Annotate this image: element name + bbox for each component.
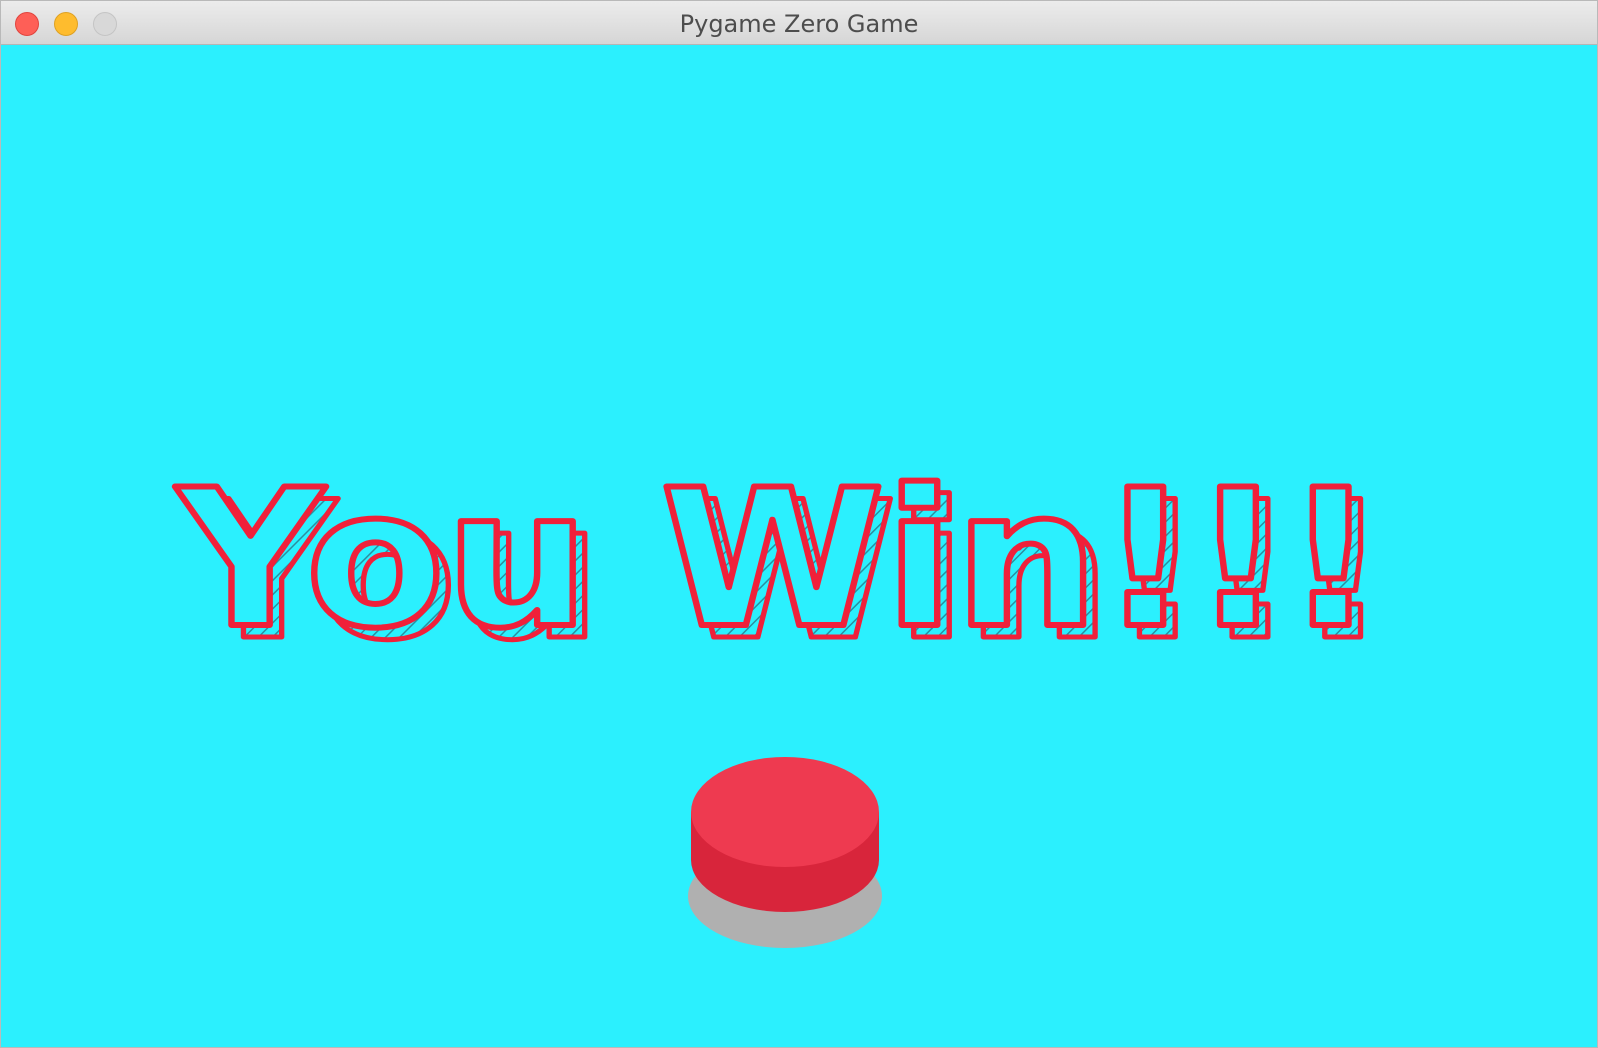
game-canvas[interactable]: You Win!!! You Win!!! bbox=[1, 45, 1597, 1047]
game-window: Pygame Zero Game You Win!!! You Win!!! bbox=[0, 0, 1598, 1048]
button-top bbox=[691, 757, 879, 867]
you-win-text: You Win!!! bbox=[175, 449, 1377, 670]
red-push-button[interactable] bbox=[687, 750, 887, 950]
title-bar[interactable]: Pygame Zero Game bbox=[1, 1, 1597, 45]
push-button-graphic bbox=[688, 757, 882, 948]
window-title: Pygame Zero Game bbox=[679, 10, 919, 38]
